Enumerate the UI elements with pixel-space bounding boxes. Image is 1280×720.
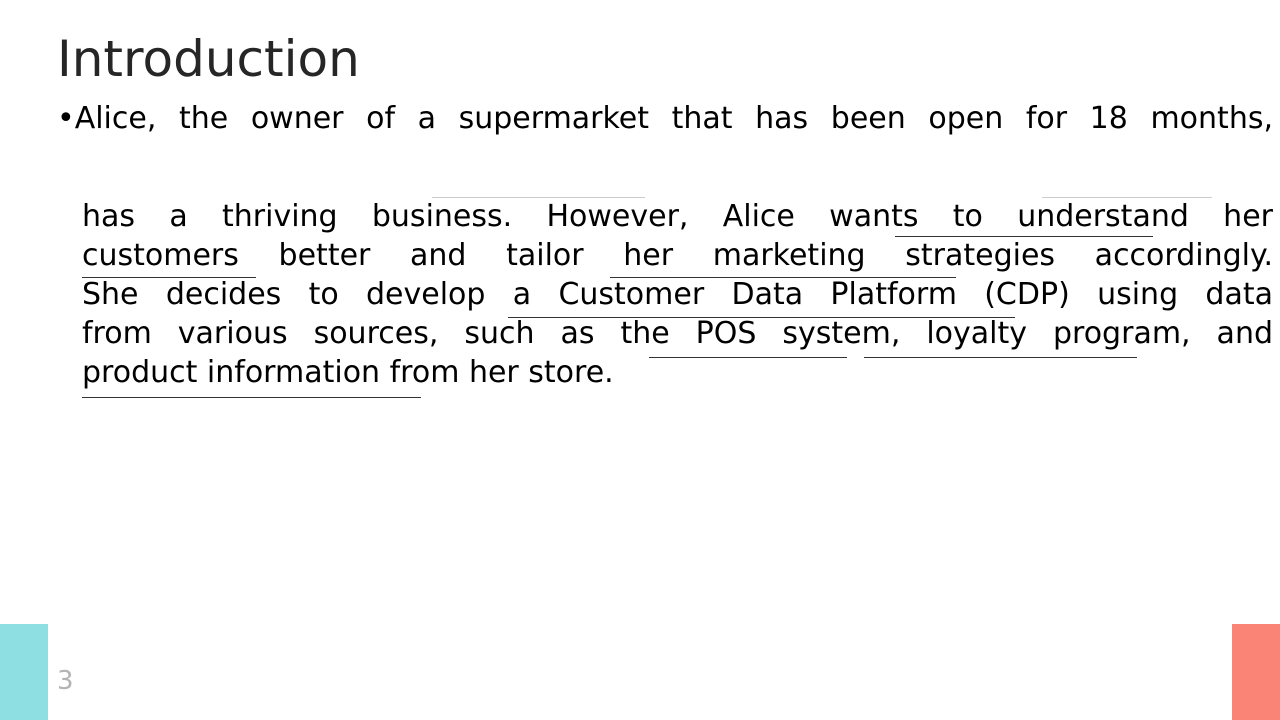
page-number: 3	[57, 666, 74, 696]
underline-decoration	[649, 357, 847, 358]
underline-decoration	[1042, 197, 1212, 198]
slide: Introduction •Alice, the owner of a supe…	[0, 0, 1280, 720]
underline-decoration	[610, 277, 956, 278]
underline-decoration	[432, 197, 645, 198]
underline-decoration	[508, 317, 1015, 318]
underline-decoration	[82, 397, 421, 398]
underline-decoration	[864, 357, 1137, 358]
accent-bar-left	[0, 624, 48, 720]
body-line-3: She decides to develop a Customer Data P…	[82, 277, 1273, 312]
bullet-first-line: •Alice, the owner of a supermarket that …	[57, 101, 1273, 136]
body-line-4: from various sources, such as the POS sy…	[82, 316, 1273, 351]
underline-decoration	[82, 277, 256, 278]
accent-bar-right	[1232, 624, 1280, 720]
body-line-5: product information from her store.	[82, 355, 614, 390]
slide-title: Introduction	[57, 30, 360, 88]
body-line-1: has a thriving business. However, Alice …	[82, 199, 1273, 234]
body-line-2: customers better and tailor her marketin…	[82, 238, 1273, 273]
underline-decoration	[895, 236, 1153, 237]
bullet-body-text: has a thriving business. However, Alice …	[82, 197, 1273, 392]
